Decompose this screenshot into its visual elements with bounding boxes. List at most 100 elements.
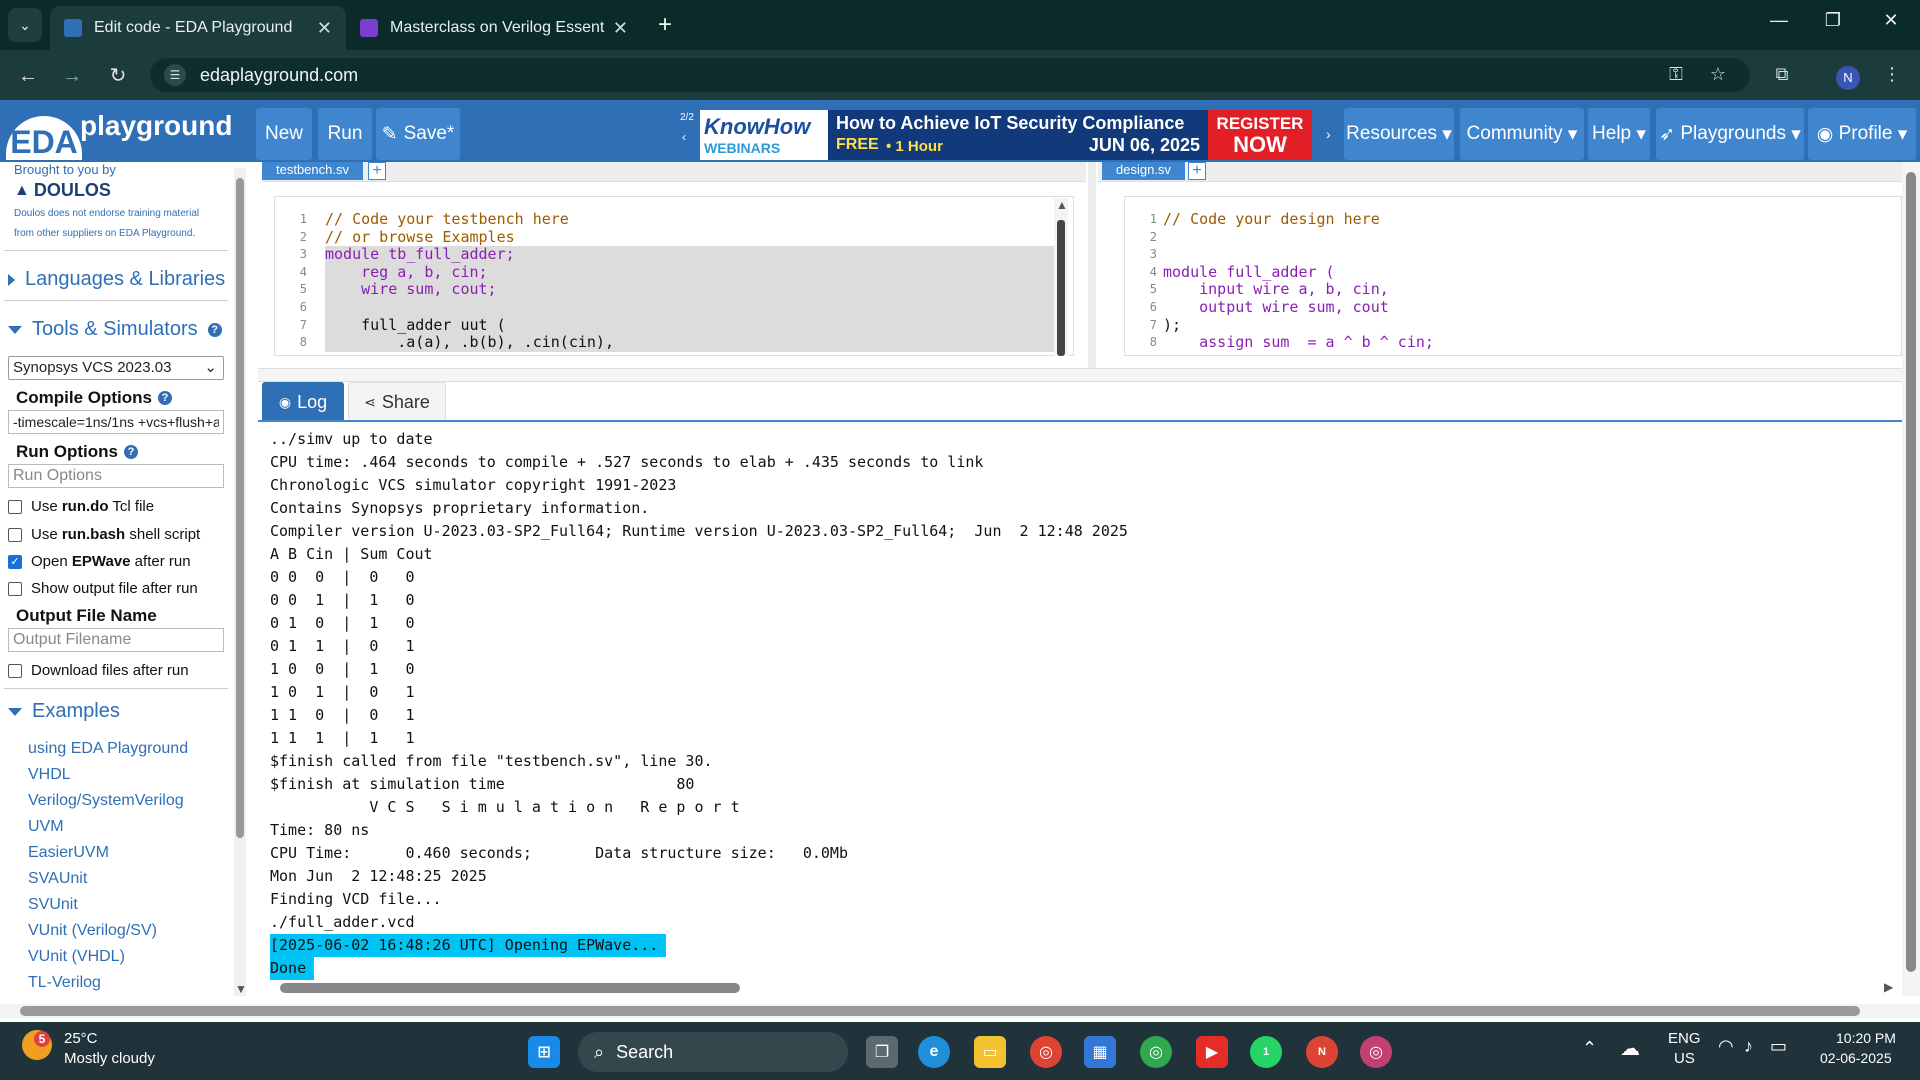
weather-temp[interactable]: 25°C — [64, 1030, 98, 1047]
close-tab-icon[interactable]: ✕ — [317, 18, 332, 39]
weather-text[interactable]: Mostly cloudy — [64, 1050, 155, 1067]
whatsapp-icon[interactable]: 1 — [1250, 1036, 1282, 1068]
simulator-select[interactable]: Synopsys VCS 2023.03 ⌄ — [8, 356, 224, 380]
scrollbar-thumb[interactable] — [1057, 220, 1065, 356]
page-horizontal-scrollbar[interactable] — [0, 1004, 1920, 1018]
clock-time[interactable]: 10:20 PM — [1836, 1030, 1896, 1046]
design-file-tab[interactable]: design.sv — [1102, 162, 1185, 180]
save-button[interactable]: ✎ Save* — [376, 108, 460, 160]
extensions-puzzle-icon[interactable]: ⧉ — [1768, 64, 1796, 85]
example-link[interactable]: VUnit (VHDL) — [28, 948, 125, 966]
wifi-icon[interactable]: ◠ — [1718, 1036, 1734, 1057]
taskbar-search[interactable]: ⌕ Search — [578, 1032, 848, 1072]
scroll-up-arrow-icon[interactable]: ▲ — [1056, 198, 1068, 212]
checkbox[interactable] — [8, 499, 22, 514]
edge-browser-icon[interactable]: e — [918, 1036, 950, 1068]
more-menu-icon[interactable]: ⋮ — [1878, 64, 1906, 85]
sidebar-scrollbar-thumb[interactable] — [236, 178, 244, 838]
example-link[interactable]: EasierUVM — [28, 844, 109, 862]
new-tab-plus-icon[interactable]: + — [650, 10, 680, 40]
register-now-button[interactable]: REGISTER NOW — [1208, 110, 1312, 160]
language-eng[interactable]: ENG — [1668, 1030, 1701, 1047]
show-output-checkbox[interactable]: Show output file after run — [8, 580, 198, 597]
help-icon[interactable]: ? — [123, 445, 138, 459]
vertical-splitter[interactable] — [1088, 162, 1096, 372]
languages-section-toggle[interactable]: Languages & Libraries — [8, 268, 225, 291]
run-button[interactable]: Run — [318, 108, 372, 160]
example-link[interactable]: Verilog/SystemVerilog — [28, 792, 184, 810]
file-explorer-icon[interactable]: ▭ — [974, 1036, 1006, 1068]
testbench-editor[interactable]: 12345678 // Code your testbench here // … — [274, 196, 1074, 356]
download-files-checkbox[interactable]: Download files after run — [8, 662, 189, 679]
add-file-plus-icon[interactable]: + — [1188, 162, 1206, 180]
restore-icon[interactable]: ❐ — [1808, 10, 1858, 31]
example-link[interactable]: UVM — [28, 818, 64, 836]
logo-playground[interactable]: playground — [80, 110, 232, 142]
tab-search-chevron-icon[interactable]: ⌄ — [8, 8, 42, 42]
page-vertical-scrollbar[interactable] — [1902, 162, 1920, 996]
example-link[interactable]: using EDA Playground — [28, 740, 188, 758]
help-icon[interactable]: ? — [207, 322, 222, 337]
logo-eda[interactable]: EDA — [6, 116, 82, 160]
chrome-profile-2-icon[interactable]: ◎ — [1360, 1036, 1392, 1068]
back-arrow-icon[interactable]: ← — [14, 62, 42, 90]
scroll-down-arrow-icon[interactable]: ▼ — [235, 982, 247, 996]
ad-banner[interactable]: KnowHow WEBINARS How to Achieve IoT Secu… — [700, 110, 1312, 160]
weather-sun-icon[interactable]: 5 — [22, 1030, 52, 1060]
add-file-plus-icon[interactable]: + — [368, 162, 386, 180]
ad-next-icon[interactable]: › — [1326, 126, 1331, 142]
close-tab-icon[interactable]: ✕ — [613, 18, 628, 39]
windows-start-icon[interactable]: ⊞ — [528, 1036, 560, 1068]
checkbox[interactable] — [8, 527, 22, 542]
tools-section-toggle[interactable]: Tools & Simulators ? — [8, 318, 222, 341]
browser-tab-active[interactable]: Edit code - EDA Playground ✕ — [50, 6, 346, 50]
testbench-scrollbar[interactable]: ▲ — [1054, 198, 1068, 356]
new-button[interactable]: New — [256, 108, 312, 160]
checkbox[interactable] — [8, 663, 22, 678]
tray-chevron-up-icon[interactable]: ⌃ — [1582, 1038, 1597, 1059]
bookmark-star-icon[interactable]: ☆ — [1704, 64, 1732, 85]
language-us[interactable]: US — [1674, 1050, 1695, 1067]
use-run-bash-checkbox[interactable]: Use run.bash shell script — [8, 526, 200, 543]
example-link[interactable]: SVUnit — [28, 896, 78, 914]
log-tab[interactable]: ◉ Log — [262, 382, 344, 422]
chrome-profile-icon[interactable]: ◎ — [1140, 1036, 1172, 1068]
onedrive-cloud-icon[interactable]: ☁ — [1620, 1036, 1640, 1061]
help-icon[interactable]: ? — [158, 391, 172, 405]
testbench-file-tab[interactable]: testbench.sv — [262, 162, 363, 180]
site-info-icon[interactable]: ☰ — [164, 64, 186, 86]
volume-icon[interactable]: ♪ — [1744, 1036, 1753, 1057]
minimize-icon[interactable]: — — [1754, 10, 1804, 31]
close-window-icon[interactable]: ✕ — [1866, 10, 1916, 31]
design-editor[interactable]: 12345678 // Code your design here module… — [1124, 196, 1902, 356]
example-link[interactable]: SVAUnit — [28, 870, 87, 888]
log-output[interactable]: ../simv up to date CPU time: .464 seconds… — [258, 422, 1902, 980]
ad-prev-icon[interactable]: ‹ — [682, 130, 686, 144]
example-link[interactable]: TL-Verilog — [28, 974, 101, 992]
url-bar[interactable]: ☰ edaplayground.com — [150, 58, 1750, 92]
microsoft-store-icon[interactable]: ▦ — [1084, 1036, 1116, 1068]
open-epwave-checkbox[interactable]: ✓ Open EPWave after run — [8, 553, 191, 570]
password-key-icon[interactable]: ⚿ — [1662, 64, 1690, 85]
clock-date[interactable]: 02-06-2025 — [1820, 1050, 1892, 1066]
community-menu[interactable]: Community ▾ — [1460, 108, 1584, 160]
chrome-active-icon[interactable]: N — [1306, 1036, 1338, 1068]
task-view-icon[interactable]: ❐ — [866, 1036, 898, 1068]
scroll-right-arrow-icon[interactable]: ▶ — [1884, 980, 1893, 994]
example-link[interactable]: VUnit (Verilog/SV) — [28, 922, 157, 940]
forward-arrow-icon[interactable]: → — [58, 62, 86, 90]
battery-icon[interactable]: ▭ — [1770, 1036, 1787, 1057]
scrollbar-thumb[interactable] — [1906, 172, 1916, 972]
run-options-input[interactable] — [8, 464, 224, 488]
example-link[interactable]: VHDL — [28, 766, 71, 784]
share-tab[interactable]: ⋖ Share — [348, 382, 446, 422]
horizontal-splitter[interactable] — [258, 368, 1902, 382]
checkbox-checked[interactable]: ✓ — [8, 554, 22, 569]
help-menu[interactable]: Help ▾ — [1588, 108, 1650, 160]
reload-icon[interactable]: ↻ — [104, 62, 132, 90]
use-run-do-checkbox[interactable]: Use run.do Tcl file — [8, 498, 154, 515]
doulos-logo[interactable]: ▲ DOULOS — [14, 180, 111, 201]
compile-options-input[interactable] — [8, 410, 224, 434]
profile-menu[interactable]: ◉ Profile ▾ — [1808, 108, 1916, 160]
resources-menu[interactable]: Resources ▾ — [1344, 108, 1454, 160]
